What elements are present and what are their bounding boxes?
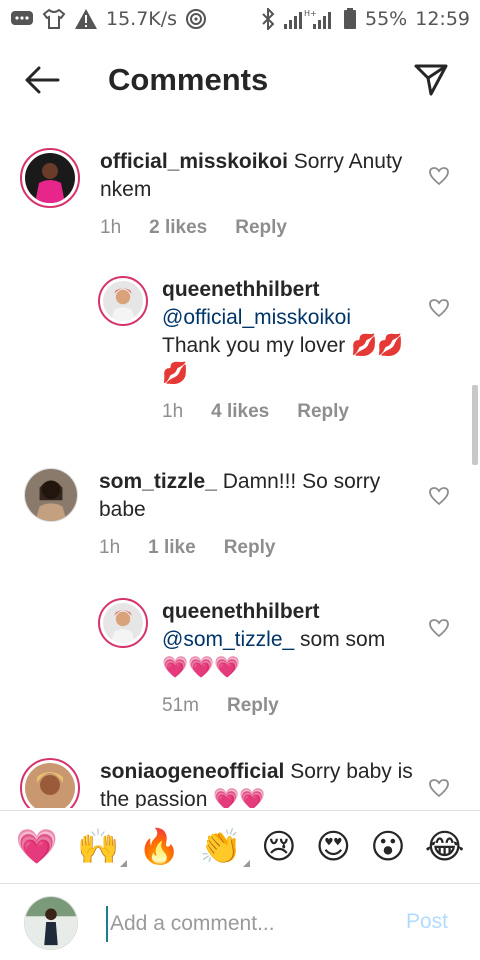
comment-time: 1h — [100, 217, 122, 238]
battery-icon — [343, 8, 357, 30]
signal-icon: H+ — [283, 8, 335, 30]
comment-input-bar: Post — [0, 884, 480, 960]
comments-list: official_misskoikoi Sorry Anuty nkem 1h … — [0, 128, 480, 808]
avatar[interactable] — [98, 598, 148, 648]
bluetooth-icon — [261, 8, 275, 30]
reply-item: queenethhilbert @som_tizzle_ som som 💗💗💗… — [98, 598, 412, 720]
share-button[interactable] — [410, 60, 452, 100]
comment-time: 1h — [99, 537, 121, 558]
avatar[interactable] — [24, 468, 78, 522]
skin-tone-indicator — [120, 860, 128, 867]
heart-icon[interactable] — [428, 298, 450, 318]
comment-item: som_tizzle_ Damn!!! So sorry babe 1h 1 l… — [24, 468, 419, 562]
emoji-bar: 💗 🙌 🔥 👏 😢 😍 😮 😂 — [0, 810, 480, 884]
heart-icon[interactable] — [428, 486, 450, 506]
comment-text: Thank you my lover 💋💋💋 — [162, 334, 404, 385]
comment-mention[interactable]: @som_tizzle_ — [162, 628, 294, 651]
emoji-label: 👏 — [199, 827, 243, 867]
back-arrow-icon — [25, 66, 60, 94]
comment-username[interactable]: official_misskoikoi — [100, 150, 288, 173]
comment-username[interactable]: soniaogeneofficial — [100, 760, 284, 783]
comment-username[interactable]: som_tizzle_ — [99, 470, 217, 493]
hotspot-icon — [185, 8, 207, 30]
avatar[interactable] — [98, 276, 148, 326]
comment-username[interactable]: queenethhilbert — [162, 600, 320, 623]
reply-item: queenethhilbert @official_misskoikoi Tha… — [98, 276, 412, 426]
comment-likes[interactable]: 1 like — [148, 534, 196, 562]
reply-button[interactable]: Reply — [224, 534, 276, 562]
battery-percent: 55% — [365, 8, 408, 30]
warning-icon — [74, 8, 98, 30]
scrollbar[interactable] — [472, 385, 478, 465]
comment-username[interactable]: queenethhilbert — [162, 278, 320, 301]
my-avatar — [24, 896, 78, 950]
page-title: Comments — [108, 62, 269, 97]
header: Comments — [0, 48, 480, 112]
comment-likes[interactable]: 2 likes — [149, 214, 207, 242]
heart-icon[interactable] — [428, 618, 450, 638]
comment-mention[interactable]: @official_misskoikoi — [162, 304, 412, 332]
emoji-fire-button[interactable]: 🔥 — [138, 827, 180, 867]
status-bar: 15.7K/s H+ 55% 12:59 — [0, 0, 480, 38]
reply-button[interactable]: Reply — [235, 214, 287, 242]
comment-likes[interactable]: 4 likes — [211, 398, 269, 426]
comment-time: 51m — [162, 695, 199, 716]
back-button[interactable] — [22, 62, 62, 98]
svg-text:H+: H+ — [304, 9, 317, 18]
avatar[interactable] — [20, 758, 80, 808]
emoji-surprised-button[interactable]: 😮 — [370, 827, 405, 867]
chat-bubble-icon — [10, 9, 34, 29]
emoji-sad-button[interactable]: 😢 — [261, 827, 296, 867]
network-speed: 15.7K/s — [106, 8, 178, 30]
heart-icon[interactable] — [428, 166, 450, 186]
emoji-clap-button[interactable]: 👏 — [199, 827, 251, 867]
comment-item: official_misskoikoi Sorry Anuty nkem 1h … — [20, 148, 430, 242]
emoji-heart-eyes-button[interactable]: 😍 — [316, 827, 351, 867]
emoji-raised-hands-button[interactable]: 🙌 — [76, 827, 128, 867]
reply-button[interactable]: Reply — [227, 692, 279, 720]
emoji-heart-button[interactable]: 💗 — [16, 827, 58, 867]
post-button[interactable]: Post — [406, 910, 448, 934]
emoji-label: 🙌 — [76, 827, 120, 867]
comment-time: 1h — [162, 401, 184, 422]
clock: 12:59 — [415, 8, 470, 30]
reply-button[interactable]: Reply — [297, 398, 349, 426]
skin-tone-indicator — [243, 860, 251, 867]
comment-input[interactable] — [106, 906, 396, 942]
heart-icon[interactable] — [428, 778, 450, 798]
comment-item: soniaogeneofficial Sorry baby is the pas… — [20, 758, 430, 808]
paper-plane-icon — [414, 64, 448, 96]
avatar[interactable] — [20, 148, 80, 208]
tshirt-icon — [42, 8, 66, 30]
emoji-laugh-button[interactable]: 😂 — [425, 827, 465, 867]
